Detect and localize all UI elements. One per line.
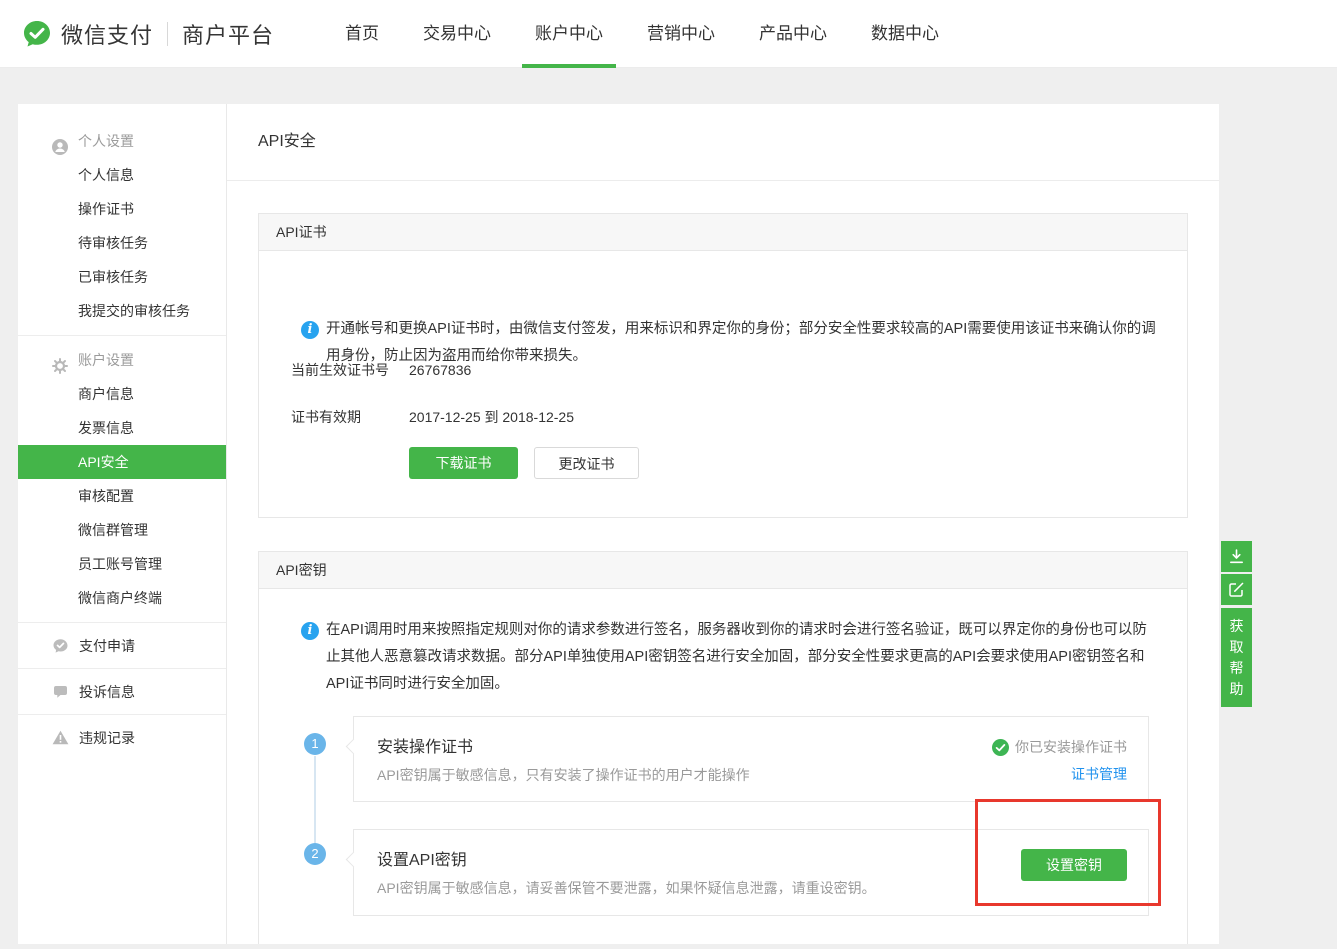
- download-cert-button[interactable]: 下载证书: [409, 447, 518, 479]
- sidebar-item-pending-review-tasks[interactable]: 待审核任务: [18, 226, 226, 260]
- chat-icon: [52, 684, 69, 700]
- step-2-badge: 2: [304, 843, 326, 865]
- edit-icon: [1228, 581, 1245, 598]
- nav-marketing-center[interactable]: 营销中心: [634, 0, 728, 68]
- api-key-info-text: 在API调用时用来按照指定规则对你的请求参数进行签名，服务器收到你的请求时会进行…: [326, 617, 1158, 698]
- sidebar: 个人设置 个人信息 操作证书 待审核任务 已审核任务 我提交的审核任务 账户设置: [18, 104, 227, 944]
- step-2-desc: API密钥属于敏感信息，请妥善保管不要泄露，如果怀疑信息泄露，请重设密钥。: [377, 878, 876, 898]
- step-1-status: 你已安装操作证书: [992, 737, 1127, 757]
- nav-transaction-center[interactable]: 交易中心: [410, 0, 504, 68]
- sidebar-link-complaint-info[interactable]: 投诉信息: [18, 668, 226, 714]
- info-icon: i: [301, 321, 319, 339]
- sidebar-item-staff-account-mgmt[interactable]: 员工账号管理: [18, 547, 226, 581]
- nav-account-center[interactable]: 账户中心: [522, 0, 616, 68]
- sidebar-item-operation-cert[interactable]: 操作证书: [18, 192, 226, 226]
- brand[interactable]: 微信支付 商户平台: [22, 0, 274, 68]
- page-title: API安全: [258, 104, 316, 180]
- sidebar-item-reviewed-tasks[interactable]: 已审核任务: [18, 260, 226, 294]
- wechat-pay-logo-icon: [22, 19, 52, 49]
- step-1-status-text: 你已安装操作证书: [1015, 737, 1127, 757]
- float-download-button[interactable]: [1221, 541, 1252, 572]
- sidebar-link-violation-records[interactable]: 违规记录: [18, 714, 226, 760]
- sidebar-link-label: 投诉信息: [79, 682, 135, 702]
- sidebar-item-wechat-group-mgmt[interactable]: 微信群管理: [18, 513, 226, 547]
- step-1-desc: API密钥属于敏感信息，只有安装了操作证书的用户才能操作: [377, 765, 750, 785]
- main-content: API安全 API证书 i 开通帐号和更换API证书时，由微信支付签发，用来标识…: [227, 104, 1219, 944]
- sidebar-separator: [18, 335, 226, 336]
- sidebar-item-wechat-merchant-terminal[interactable]: 微信商户终端: [18, 581, 226, 615]
- change-cert-button[interactable]: 更改证书: [534, 447, 639, 479]
- main-nav: 首页 交易中心 账户中心 营销中心 产品中心 数据中心: [332, 0, 952, 68]
- sidebar-link-label: 支付申请: [79, 636, 135, 656]
- gear-icon: [52, 352, 68, 368]
- cert-validity-value: 2017-12-25 到 2018-12-25: [409, 408, 809, 426]
- api-key-card-title: API密钥: [259, 552, 1187, 589]
- cert-number-label: 当前生效证书号: [291, 362, 389, 378]
- brand-platform: 商户平台: [182, 18, 274, 50]
- sidebar-group-title: 账户设置: [78, 352, 134, 368]
- user-icon: [52, 133, 68, 149]
- step-set-api-key-box: 设置API密钥 API密钥属于敏感信息，请妥善保管不要泄露，如果怀疑信息泄露，请…: [353, 829, 1149, 916]
- sidebar-item-api-security[interactable]: API安全: [18, 445, 226, 479]
- sidebar-group-title: 个人设置: [78, 133, 134, 149]
- top-header: 微信支付 商户平台 首页 交易中心 账户中心 营销中心 产品中心 数据中心: [0, 0, 1337, 68]
- sidebar-link-label: 违规记录: [79, 728, 135, 748]
- download-icon: [1228, 548, 1245, 565]
- title-divider: [227, 180, 1219, 181]
- sidebar-item-merchant-info[interactable]: 商户信息: [18, 377, 226, 411]
- set-api-key-button[interactable]: 设置密钥: [1021, 849, 1127, 881]
- float-feedback-button[interactable]: [1221, 574, 1252, 605]
- cert-number-row: 当前生效证书号 26767836: [291, 361, 389, 379]
- step-install-cert-box: 安装操作证书 API密钥属于敏感信息，只有安装了操作证书的用户才能操作 你已安装…: [353, 716, 1149, 802]
- nav-product-center[interactable]: 产品中心: [746, 0, 840, 68]
- cert-validity-row: 证书有效期 2017-12-25 到 2018-12-25: [291, 408, 361, 426]
- sidebar-group-account-settings: 账户设置: [18, 343, 226, 377]
- brand-divider: [167, 22, 168, 46]
- cert-management-link[interactable]: 证书管理: [1071, 764, 1127, 784]
- step-1-title: 安装操作证书: [377, 738, 473, 758]
- wechat-pay-merchant-platform: 微信支付 商户平台 首页 交易中心 账户中心 营销中心 产品中心 数据中心 个人…: [0, 0, 1337, 949]
- sidebar-item-my-submitted-tasks[interactable]: 我提交的审核任务: [18, 294, 226, 328]
- get-help-button[interactable]: 获取帮助: [1221, 608, 1252, 707]
- brand-name: 微信支付: [61, 18, 153, 50]
- cert-validity-label: 证书有效期: [291, 409, 361, 425]
- nav-data-center[interactable]: 数据中心: [858, 0, 952, 68]
- cert-number-value: 26767836: [409, 361, 809, 379]
- nav-home[interactable]: 首页: [332, 0, 392, 68]
- info-icon: i: [301, 622, 319, 640]
- api-certificate-card-title: API证书: [259, 214, 1187, 251]
- sidebar-link-payment-application[interactable]: 支付申请: [18, 622, 226, 668]
- sidebar-group-personal-settings: 个人设置: [18, 124, 226, 158]
- api-certificate-card: API证书 i 开通帐号和更换API证书时，由微信支付签发，用来标识和界定你的身…: [258, 213, 1188, 518]
- step-2-title: 设置API密钥: [377, 851, 467, 871]
- step-1-badge: 1: [304, 733, 326, 755]
- check-circle-icon: [992, 739, 1009, 756]
- sidebar-item-invoice-info[interactable]: 发票信息: [18, 411, 226, 445]
- sidebar-item-personal-info[interactable]: 个人信息: [18, 158, 226, 192]
- sidebar-item-review-config[interactable]: 审核配置: [18, 479, 226, 513]
- warning-icon: [52, 730, 69, 746]
- chat-check-icon: [52, 638, 69, 654]
- step-connector-line: [314, 756, 316, 843]
- api-key-card: API密钥 i 在API调用时用来按照指定规则对你的请求参数进行签名，服务器收到…: [258, 551, 1188, 944]
